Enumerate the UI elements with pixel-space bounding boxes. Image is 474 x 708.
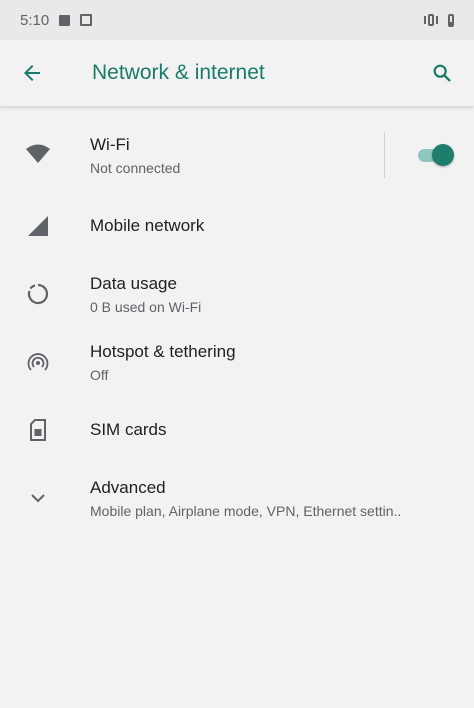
signal-icon [24,212,52,240]
status-bar: 5:10 [0,0,474,40]
hotspot-icon [24,348,52,376]
status-time: 5:10 [20,11,50,29]
advanced-item[interactable]: Advanced Mobile plan, Airplane mode, VPN… [0,464,474,532]
vibrate-icon [424,14,438,26]
wifi-title: Wi-Fi [90,134,130,154]
data-usage-title: Data usage [90,273,177,293]
divider [384,132,385,178]
screenshot-notification-icon [80,14,93,26]
page-title: Network & internet [92,61,265,84]
back-button[interactable] [20,55,56,91]
hotspot-summary: Off [90,366,109,383]
chevron-down-icon [24,484,52,512]
wifi-toggle[interactable] [416,144,454,166]
battery-icon [448,13,454,27]
data-usage-summary: 0 B used on Wi-Fi [90,298,202,315]
image-notification-icon [59,14,71,26]
sim-cards-title: SIM cards [90,420,167,439]
sim-card-icon [24,416,52,444]
advanced-title: Advanced [90,477,166,497]
app-toolbar: Network & internet [0,40,474,106]
hotspot-item[interactable]: Hotspot & tethering Off [0,328,474,396]
toggle-thumb [432,144,454,166]
settings-list: Wi-Fi Not connected Mobile network Data … [0,106,474,532]
mobile-network-item[interactable]: Mobile network [0,192,474,260]
search-button[interactable] [424,55,460,91]
data-usage-item[interactable]: Data usage 0 B used on Wi-Fi [0,260,474,328]
search-icon [433,64,451,82]
back-arrow-icon [24,65,40,81]
wifi-icon [24,141,52,169]
wifi-summary: Not connected [90,159,181,176]
wifi-item[interactable]: Wi-Fi Not connected [0,118,474,192]
hotspot-title: Hotspot & tethering [90,341,236,361]
data-usage-icon [24,280,52,308]
mobile-network-title: Mobile network [90,216,205,235]
sim-cards-item[interactable]: SIM cards [0,396,474,464]
advanced-summary: Mobile plan, Airplane mode, VPN, Etherne… [90,502,402,519]
